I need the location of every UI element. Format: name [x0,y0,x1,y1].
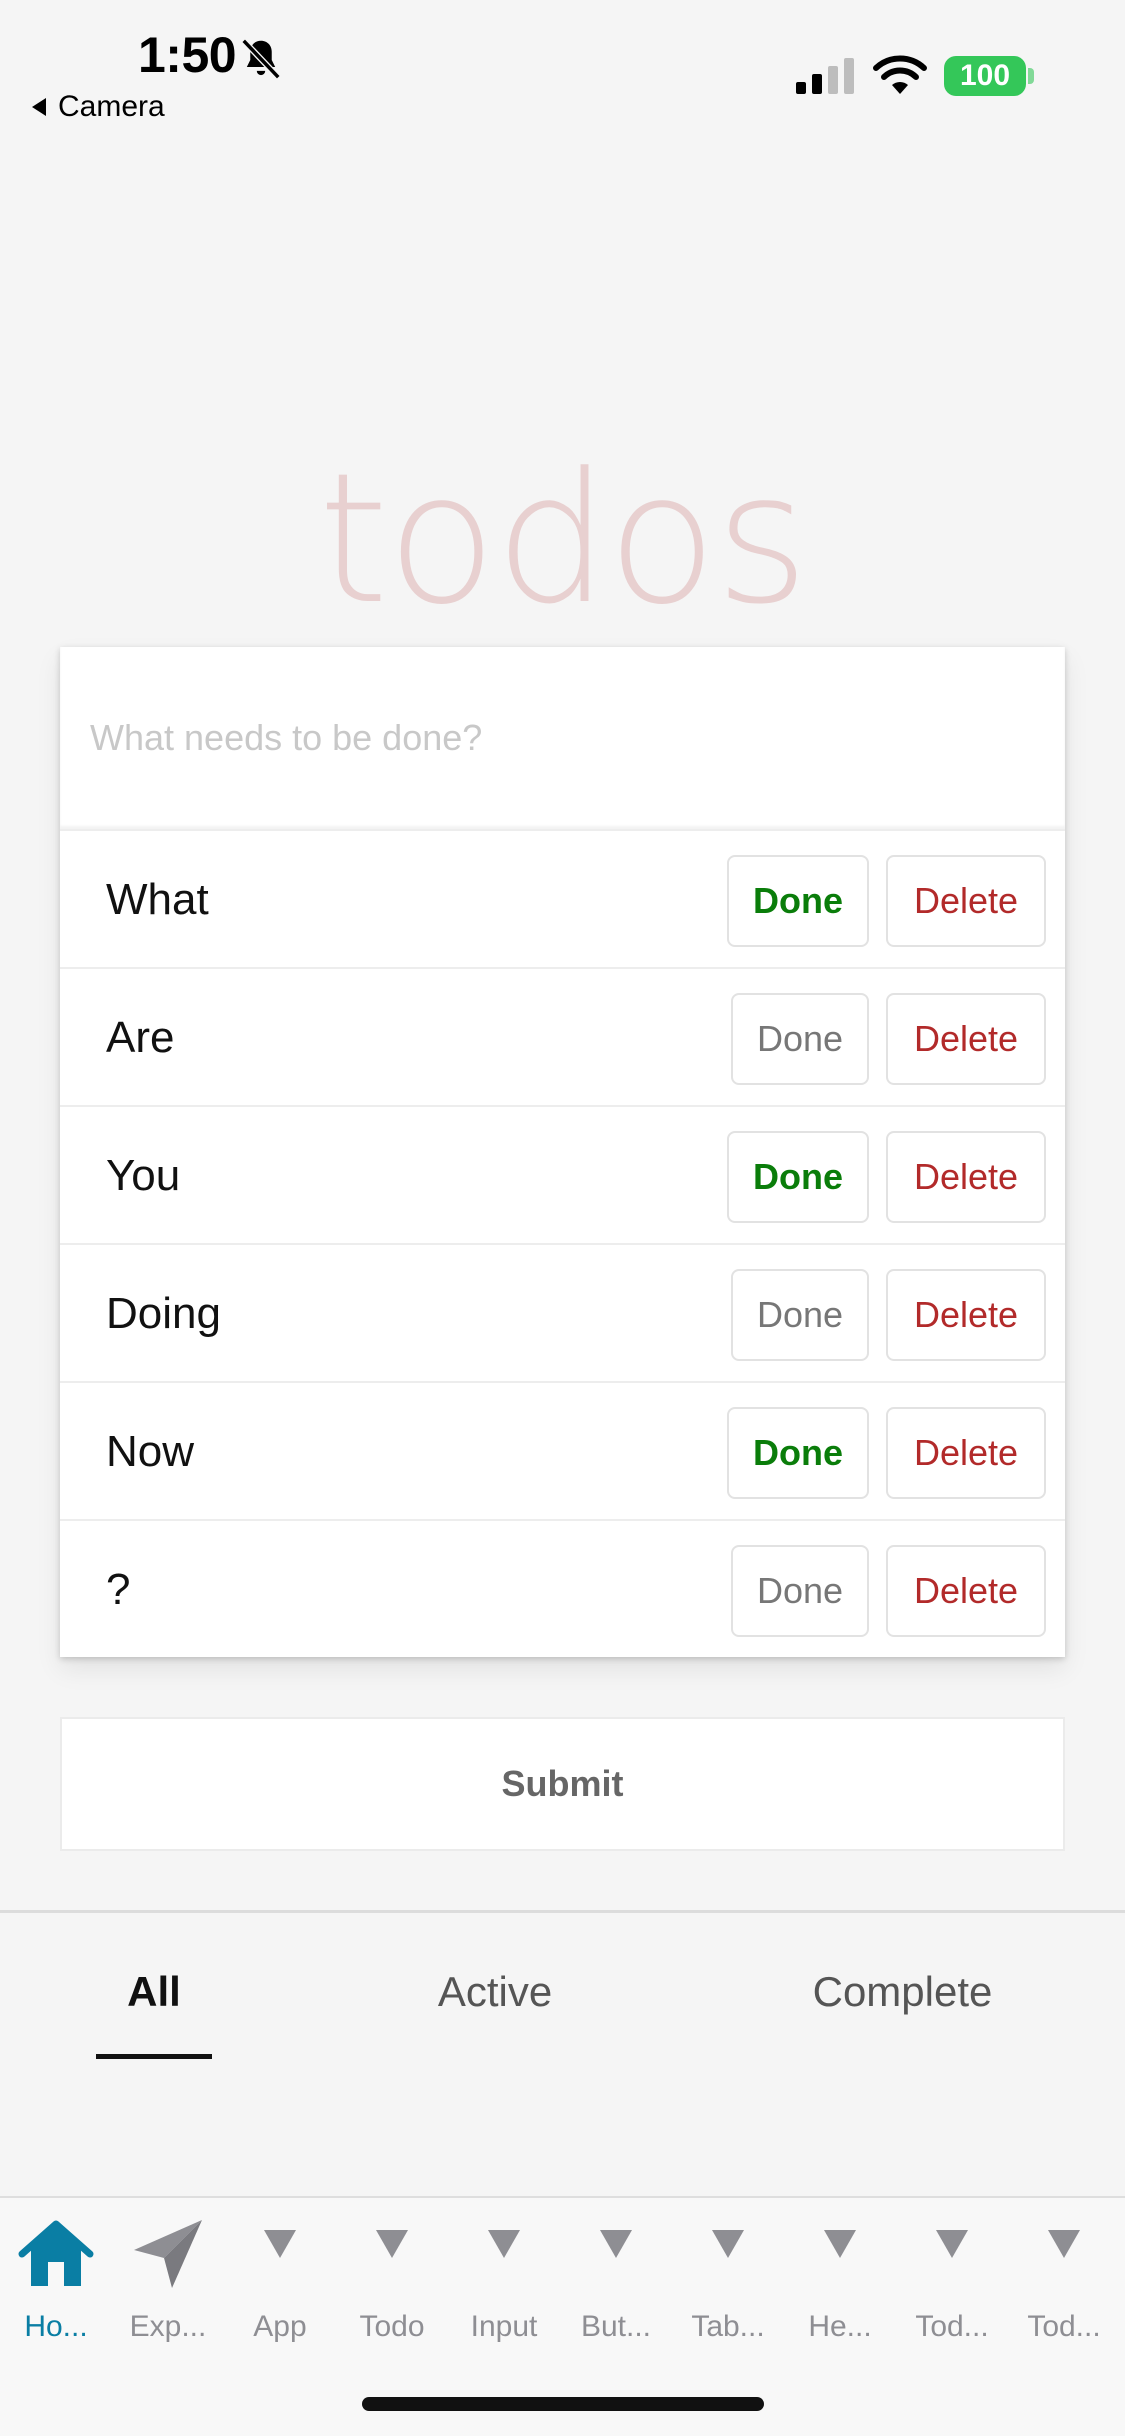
todo-item: Doing Done Delete [60,1243,1065,1381]
submit-button[interactable]: Submit [60,1717,1065,1851]
tab-tabs[interactable]: Tab... [672,2216,784,2344]
done-button[interactable]: Done [727,1131,869,1223]
tab-label: Todo [359,2310,425,2343]
todo-label: Doing [106,1289,221,1338]
done-button[interactable]: Done [731,1545,869,1637]
todo-label: You [106,1151,181,1200]
divider [0,1910,1125,1913]
new-todo-input[interactable] [60,647,1065,829]
done-button[interactable]: Done [731,993,869,1085]
status-time: 1:50 [138,27,237,83]
tab-label: App [253,2310,307,2343]
delete-button[interactable]: Delete [886,1269,1046,1361]
todo-label: Are [106,1013,175,1062]
tab-label: Tod... [1027,2310,1101,2343]
done-button[interactable]: Done [727,1407,869,1499]
home-indicator[interactable] [362,2397,764,2411]
tab-label: He... [808,2310,872,2343]
signal-icon [796,58,854,94]
app-title: todos [318,435,809,644]
tab-header[interactable]: He... [784,2216,896,2344]
todo-label: Now [106,1427,195,1476]
todo-item: ? Done Delete [60,1519,1065,1657]
done-button[interactable]: Done [731,1269,869,1361]
battery-tip [1028,68,1034,84]
triangle-down-icon [1048,2230,1080,2258]
back-triangle-icon [32,98,46,116]
filter-complete-tab[interactable]: Complete [800,1968,1005,2016]
todo-item: Are Done Delete [60,967,1065,1105]
triangle-down-icon [600,2230,632,2258]
battery-icon: 100 [944,56,1026,96]
todo-item: What Done Delete [60,829,1065,967]
todo-item: Now Done Delete [60,1381,1065,1519]
done-button[interactable]: Done [727,855,869,947]
tab-buttons[interactable]: But... [560,2216,672,2344]
triangle-down-icon [376,2230,408,2258]
delete-button[interactable]: Delete [886,993,1046,1085]
todo-card: What Done Delete Are Done Delete You Don… [60,647,1065,1657]
bell-slash-icon [241,38,281,80]
tab-todo[interactable]: Todo [336,2216,448,2344]
triangle-down-icon [488,2230,520,2258]
wifi-icon [873,55,927,94]
tab-label: Input [470,2310,538,2343]
tab-label: Tab... [691,2310,765,2343]
tab-label: Exp... [129,2310,207,2343]
filter-active-tab[interactable]: Active [420,1968,570,2016]
todo-item: You Done Delete [60,1105,1065,1243]
delete-button[interactable]: Delete [886,1545,1046,1637]
selected-filter-indicator [96,2054,212,2059]
todo-label: ? [106,1565,131,1614]
delete-button[interactable]: Delete [886,1407,1046,1499]
tab-home[interactable]: Ho... [0,2216,112,2344]
tab-input[interactable]: Input [448,2216,560,2344]
triangle-down-icon [712,2230,744,2258]
delete-button[interactable]: Delete [886,855,1046,947]
screen: 1:50 Camera 100 todos What Done Delete [0,0,1125,2436]
tab-label: But... [580,2310,652,2343]
delete-button[interactable]: Delete [886,1131,1046,1223]
tab-label: Tod... [915,2310,989,2343]
tab-todo-2[interactable]: Tod... [896,2216,1008,2344]
todo-label: What [106,875,209,924]
tab-label: Ho... [24,2310,88,2343]
tab-todo-3[interactable]: Tod... [1008,2216,1120,2344]
filter-all-tab[interactable]: All [96,1968,212,2016]
triangle-down-icon [824,2230,856,2258]
home-icon [18,2220,94,2286]
triangle-down-icon [264,2230,296,2258]
tab-explore[interactable]: Exp... [112,2216,224,2344]
paper-plane-icon [134,2220,202,2288]
triangle-down-icon [936,2230,968,2258]
tab-app[interactable]: App [224,2216,336,2344]
back-to-camera-link[interactable]: Camera [30,90,165,124]
back-label: Camera [58,90,165,123]
